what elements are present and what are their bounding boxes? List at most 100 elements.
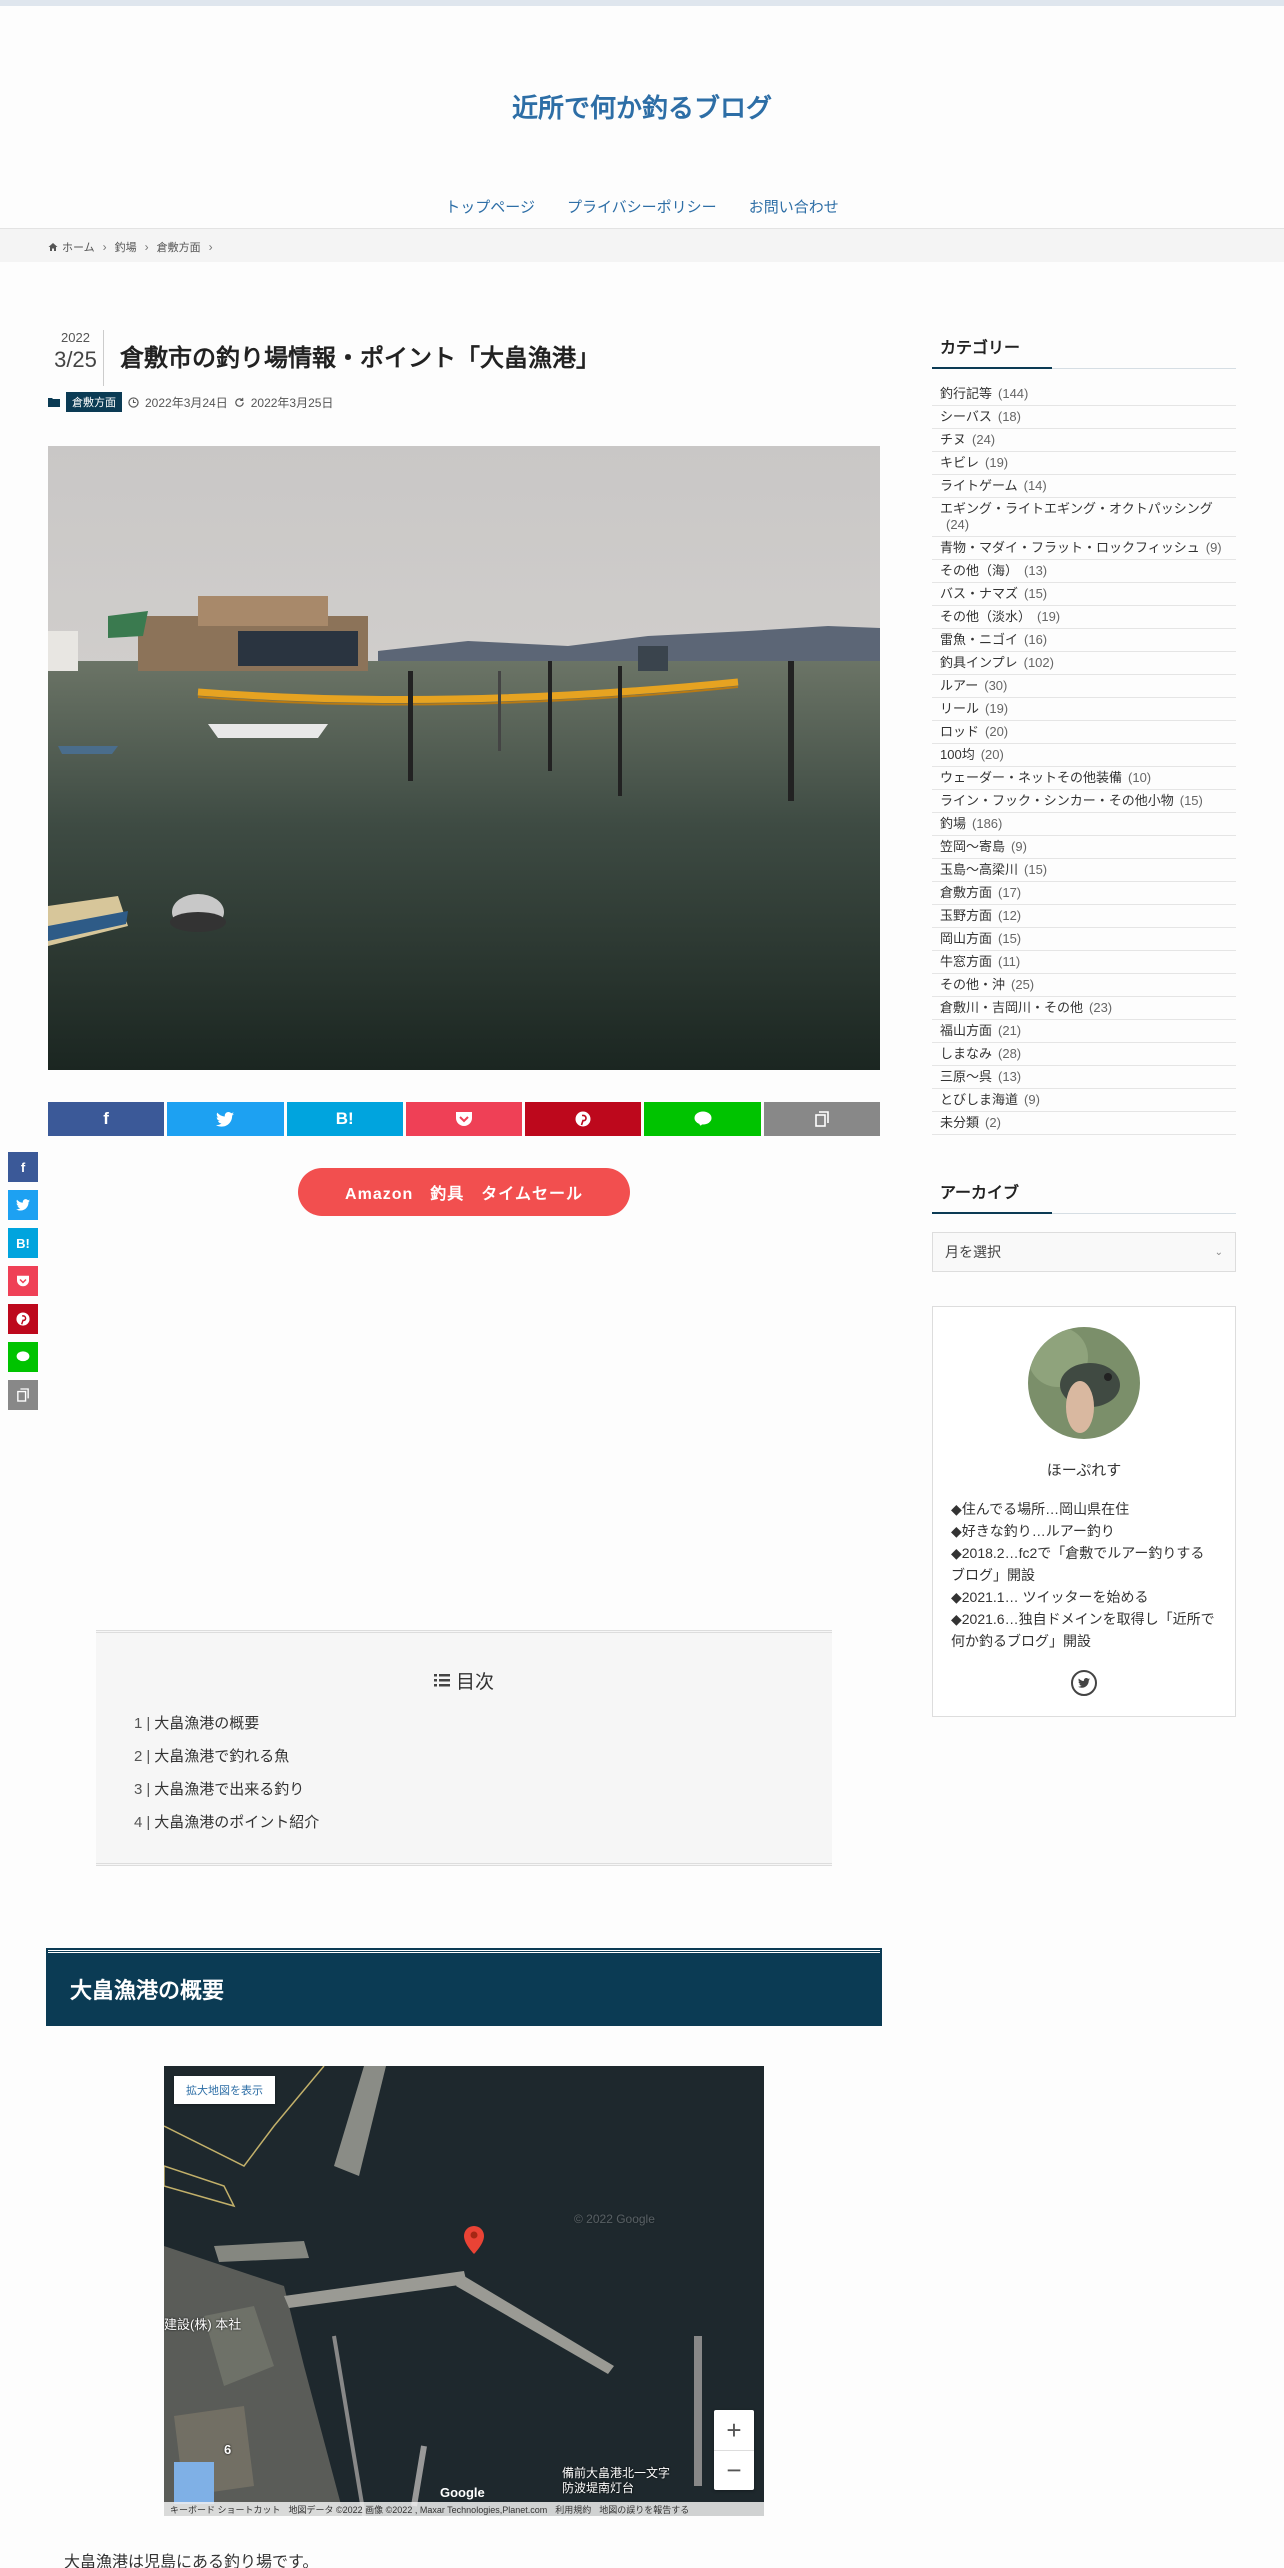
zoom-out-button[interactable]: − [714, 2450, 754, 2490]
category-count: (144) [998, 386, 1029, 401]
category-item[interactable]: リール (19) [932, 698, 1236, 721]
amazon-sale-button[interactable]: Amazon 釣具 タイムセール [298, 1168, 630, 1216]
category-name: キビレ [940, 455, 980, 470]
category-count: (15) [1024, 862, 1048, 877]
category-item[interactable]: 玉野方面 (12) [932, 905, 1236, 928]
toc-num: 1 [134, 1715, 143, 1732]
share-line-button[interactable] [644, 1102, 761, 1136]
float-share-hatena[interactable]: B! [8, 1228, 38, 1258]
category-badge[interactable]: 倉敷方面 [66, 392, 122, 412]
toc-list: 1 | 大畠漁港の概要 2 | 大畠漁港で釣れる魚 3 | 大畠漁港で出来る釣り 4 | 大畠漁… [134, 1707, 319, 1839]
map-terms-link[interactable]: 利用規約 [555, 2503, 591, 2516]
category-item[interactable]: 100均 (20) [932, 744, 1236, 767]
category-item[interactable]: ウェーダー・ネットその他装備 (10) [932, 767, 1236, 790]
share-pocket-button[interactable] [405, 1102, 523, 1136]
category-item[interactable]: バス・ナマズ (15) [932, 583, 1236, 606]
category-item[interactable]: 福山方面 (21) [932, 1020, 1236, 1043]
category-item[interactable]: 笠岡～寄島 (9) [932, 836, 1236, 859]
float-share-twitter[interactable] [8, 1190, 38, 1220]
category-item[interactable]: 雷魚・ニゴイ (16) [932, 629, 1236, 652]
expand-map-button[interactable]: 拡大地図を表示 [174, 2076, 275, 2104]
zoom-in-button[interactable]: + [714, 2410, 754, 2450]
share-pinterest-button[interactable] [525, 1102, 642, 1136]
pocket-icon [17, 1275, 29, 1287]
float-share-pocket[interactable] [8, 1266, 38, 1296]
category-item[interactable]: とびしま海道 (9) [932, 1089, 1236, 1112]
category-item[interactable]: 牛窓方面 (11) [932, 951, 1236, 974]
breadcrumb-fishing-spot[interactable]: 釣場 [115, 239, 137, 255]
avatar [1028, 1327, 1140, 1439]
category-item[interactable]: その他（淡水） (19) [932, 606, 1236, 629]
map-keyboard-shortcuts[interactable]: キーボード ショートカット [170, 2503, 281, 2516]
category-item[interactable]: ロッド (20) [932, 721, 1236, 744]
map-report-link[interactable]: 地図の誤りを報告する [599, 2503, 689, 2516]
category-parent-item[interactable]: 釣場 (186) [932, 813, 1236, 836]
category-count: (25) [1011, 977, 1035, 992]
category-item[interactable]: キビレ (19) [932, 452, 1236, 475]
float-share-copy[interactable] [8, 1380, 38, 1410]
category-name: ライトゲーム [940, 478, 1018, 493]
category-item[interactable]: 玉島～高梁川 (15) [932, 859, 1236, 882]
category-item[interactable]: チヌ (24) [932, 429, 1236, 452]
float-share-pinterest[interactable] [8, 1304, 38, 1334]
breadcrumb-home[interactable]: ホーム [62, 239, 95, 255]
category-item[interactable]: その他（海） (13) [932, 560, 1236, 583]
chevron-right-icon: › [102, 240, 107, 254]
toc-item[interactable]: 3 | 大畠漁港で出来る釣り [134, 1773, 319, 1806]
category-parent-item[interactable]: 釣具インプレ (102) [932, 652, 1236, 675]
profile-twitter-link[interactable] [1071, 1670, 1097, 1696]
category-count: (11) [998, 954, 1021, 969]
category-name: 玉野方面 [940, 908, 993, 923]
toc-item[interactable]: 4 | 大畠漁港のポイント紹介 [134, 1806, 319, 1839]
share-twitter-button[interactable] [167, 1102, 284, 1136]
breadcrumb-kurashiki[interactable]: 倉敷方面 [157, 239, 201, 255]
float-share-line[interactable] [8, 1342, 38, 1372]
category-item[interactable]: 倉敷方面 (17) [932, 882, 1236, 905]
category-item[interactable]: その他・沖 (25) [932, 974, 1236, 997]
hatena-icon: B! [16, 1235, 30, 1251]
category-item[interactable]: エギング・ライトエギング・オクトパッシング(24) [932, 498, 1236, 537]
category-item[interactable]: しまなみ (28) [932, 1043, 1236, 1066]
category-item[interactable]: ライン・フック・シンカー・その他小物 (15) [932, 790, 1236, 813]
archive-select[interactable]: 月を選択 ⌄ [932, 1232, 1236, 1272]
category-name: 青物・マダイ・フラット・ロックフィッシュ [940, 540, 1200, 555]
embedded-map[interactable]: 拡大地図を表示 建設(株) 本社 6 備前大畠港北一文字 防波堤南灯台 © 20… [164, 2066, 764, 2516]
category-parent-item[interactable]: 釣行記等 (144) [932, 383, 1236, 406]
category-item[interactable]: 岡山方面 (15) [932, 928, 1236, 951]
category-count: (19) [1037, 609, 1061, 624]
nav-privacy-policy[interactable]: プライバシーポリシー [567, 196, 717, 217]
share-hatena-button[interactable]: B! [286, 1102, 403, 1136]
twitter-icon [216, 1111, 235, 1127]
category-item[interactable]: ルアー (30) [932, 675, 1236, 698]
toc-item[interactable]: 1 | 大畠漁港の概要 [134, 1707, 319, 1740]
category-name: ライン・フック・シンカー・その他小物 [940, 793, 1174, 808]
category-count: (20) [980, 747, 1004, 762]
profile-name: ほーぷれす [1046, 1462, 1122, 1479]
toc-item[interactable]: 2 | 大畠漁港で釣れる魚 [134, 1740, 319, 1773]
category-item[interactable]: 倉敷川・吉岡川・その他 (23) [932, 997, 1236, 1020]
category-name: その他・沖 [940, 977, 1006, 992]
site-title[interactable]: 近所で何か釣るブログ [0, 88, 1284, 125]
chevron-down-icon: ⌄ [1214, 1246, 1223, 1258]
map-label-lighthouse[interactable]: 備前大畠港北一文字 防波堤南灯台 [562, 2466, 670, 2496]
profile-line: ◆2021.6…独自ドメインを取得し「近所で何か釣るブログ」開設 [951, 1611, 1215, 1649]
float-share-facebook[interactable]: f [8, 1152, 38, 1182]
twitter-icon [1078, 1678, 1090, 1688]
category-name: 未分類 [940, 1115, 980, 1130]
category-parent-item[interactable]: 未分類 (2) [932, 1112, 1236, 1135]
share-facebook-button[interactable]: f [48, 1102, 165, 1136]
category-item[interactable]: シーバス (18) [932, 406, 1236, 429]
category-item[interactable]: 青物・マダイ・フラット・ロックフィッシュ (9) [932, 537, 1236, 560]
nav-contact[interactable]: お問い合わせ [749, 196, 839, 217]
share-copy-button[interactable] [763, 1102, 880, 1136]
category-count: (15) [1024, 586, 1048, 601]
category-item[interactable]: 三原～呉 (13) [932, 1066, 1236, 1089]
category-count: (10) [1128, 770, 1152, 785]
breadcrumb-bar: ホーム › 釣場 › 倉敷方面 › [0, 228, 1284, 262]
copy-icon [17, 1388, 29, 1402]
nav-top-page[interactable]: トップページ [445, 196, 535, 217]
toc-num: 2 [134, 1748, 143, 1765]
toc-label: 大畠漁港の概要 [154, 1715, 260, 1732]
toc-title[interactable]: 目次 [96, 1667, 832, 1694]
category-item[interactable]: ライトゲーム (14) [932, 475, 1236, 498]
